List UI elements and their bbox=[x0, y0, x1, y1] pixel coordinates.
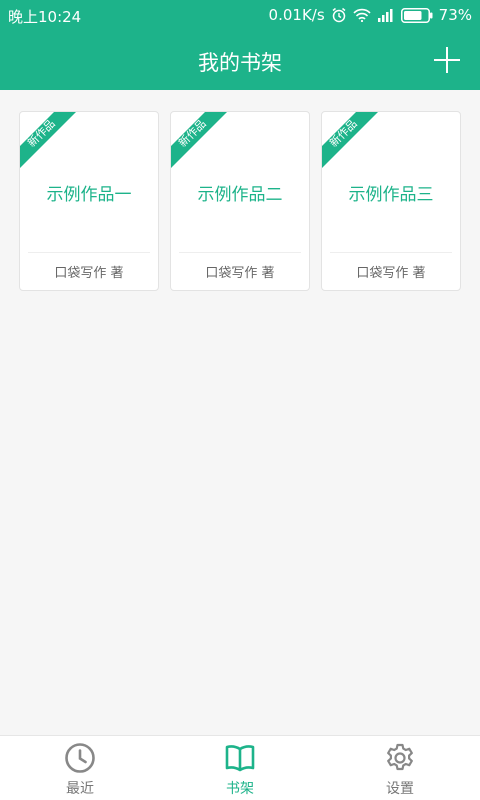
status-time: 晚上10:24 bbox=[8, 8, 82, 26]
nav-label: 书架 bbox=[226, 781, 254, 797]
nav-label: 设置 bbox=[386, 781, 414, 797]
book-icon bbox=[225, 745, 255, 772]
net-speed: 0.01K/s bbox=[268, 6, 325, 24]
battery-percent: 73% bbox=[438, 6, 472, 24]
nav-item-bookshelf[interactable]: 书架 bbox=[160, 736, 320, 800]
book-title: 示例作品二 bbox=[197, 185, 283, 205]
status-icons: 0.01K/s 73% bbox=[269, 6, 472, 24]
book-card[interactable]: 新作品 示例作品三 口袋写作 著 bbox=[321, 111, 461, 291]
app-bar: 我的书架 bbox=[0, 30, 480, 90]
card-divider bbox=[330, 252, 452, 253]
book-title: 示例作品一 bbox=[46, 185, 132, 205]
clock-icon bbox=[65, 743, 95, 773]
signal-icon bbox=[377, 8, 395, 22]
nav-item-recent[interactable]: 最近 bbox=[0, 736, 160, 800]
book-author: 口袋写作 著 bbox=[356, 266, 426, 281]
book-title: 示例作品三 bbox=[348, 185, 434, 205]
bottom-nav: 最近 书架 设置 bbox=[0, 735, 480, 800]
alarm-icon bbox=[331, 7, 347, 23]
status-bar: 晚上10:24 0.01K/s 73% bbox=[0, 0, 480, 30]
book-author: 口袋写作 著 bbox=[54, 266, 124, 281]
gear-icon bbox=[387, 743, 413, 771]
book-author: 口袋写作 著 bbox=[205, 266, 275, 281]
book-card[interactable]: 新作品 示例作品二 口袋写作 著 bbox=[170, 111, 310, 291]
nav-item-settings[interactable]: 设置 bbox=[320, 736, 480, 800]
plus-icon[interactable] bbox=[434, 47, 460, 73]
card-divider bbox=[28, 252, 150, 253]
battery-icon bbox=[400, 7, 433, 23]
book-card[interactable]: 新作品 示例作品一 口袋写作 著 bbox=[19, 111, 159, 291]
nav-label: 最近 bbox=[66, 781, 94, 797]
card-divider bbox=[179, 252, 301, 253]
bookshelf: 新作品 示例作品一 口袋写作 著 新作品 示例作品二 口袋写作 著 新作品 示例… bbox=[0, 90, 480, 735]
page-title: 我的书架 bbox=[198, 51, 282, 75]
wifi-icon bbox=[353, 8, 371, 22]
